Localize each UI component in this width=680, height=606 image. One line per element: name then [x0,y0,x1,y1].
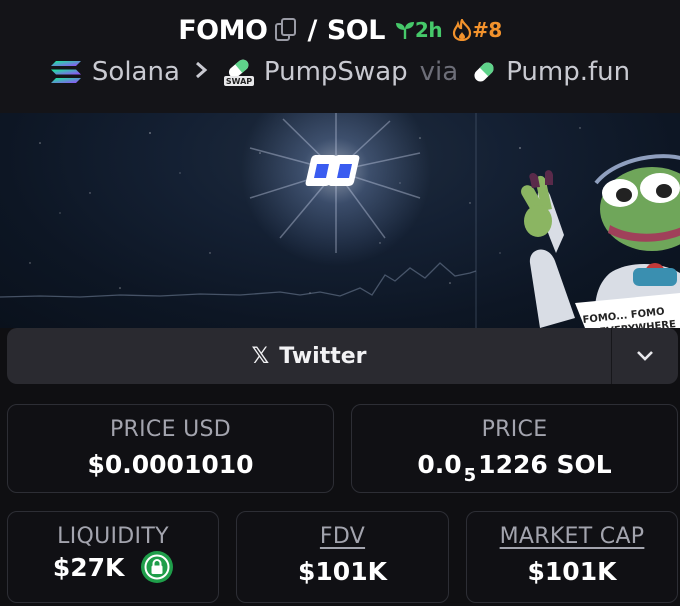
flame-icon [452,19,472,41]
social-links-bar: 𝕏 Twitter [7,328,678,384]
pair-title: FOMO / SOL 2h #8 [0,12,680,48]
liquidity-label: LIQUIDITY [57,524,169,549]
more-links-dropdown[interactable] [612,328,678,384]
swap-badge-text: SWAP [226,77,252,86]
pair-header: FOMO / SOL 2h #8 Solana SWAP PumpSwap vi… [0,0,680,113]
pair-age: 2h [395,18,443,42]
seedling-icon [395,22,414,39]
age-text: 2h [414,18,443,42]
price-zero-count: 5 [463,465,477,486]
dex-link[interactable]: SWAP PumpSwap [222,57,408,87]
source-name: Pump.fun [506,57,631,87]
pepe-art: FOMO... FOMO EVERYWHERE [521,154,680,328]
price-rest: 1226 SOL [478,450,612,479]
solana-icon [50,61,81,83]
token-symbol: FOMO [178,14,268,46]
token-banner: FOMO... FOMO EVERYWHERE [0,113,680,328]
pumpswap-icon: SWAP [223,59,254,86]
trending-rank[interactable]: #8 [452,18,502,42]
lock-icon[interactable] [141,551,174,583]
fdv-value: $101K [298,557,387,586]
twitter-button[interactable]: 𝕏 Twitter [7,328,612,384]
fdv-card: FDV $101K [236,511,449,603]
price-native-value: 0.0 51226 SOL [352,450,677,486]
price-usd-card: PRICE USD $0.0001010 [7,404,334,493]
chain-name: Solana [91,57,180,87]
quote-symbol: SOL [326,14,386,46]
x-logo-icon: 𝕏 [251,343,270,369]
banner-art: FOMO... FOMO EVERYWHERE [0,113,680,328]
price-usd-value: $0.0001010 [87,450,254,479]
price-native-label: PRICE [481,417,548,442]
market-cap-card: MARKET CAP $101K [466,511,678,603]
dex-name: PumpSwap [263,57,408,87]
liquidity-value: $27K [52,553,125,582]
chain-link[interactable]: Solana [50,57,180,87]
source-link[interactable]: Pump.fun [470,57,630,87]
rank-text: #8 [472,18,502,42]
chevron-down-icon [637,351,653,361]
price-native-card: PRICE 0.0 51226 SOL [351,404,678,493]
price-usd-label: PRICE USD [109,417,231,442]
chevron-right-icon [194,57,208,87]
pair-separator: / [307,14,317,46]
liquidity-value-row: $27K [8,551,218,585]
liquidity-card: LIQUIDITY $27K [7,511,219,603]
fdv-label[interactable]: FDV [237,524,448,549]
price-prefix: 0.0 [417,450,462,479]
copy-icon[interactable] [275,18,297,42]
twitter-label: Twitter [279,343,367,369]
pill-icon [474,62,494,82]
via-text: via [419,57,459,87]
market-cap-value: $101K [527,557,617,586]
chain-breadcrumb: Solana SWAP PumpSwap via Pump.fun [0,54,680,90]
market-cap-label[interactable]: MARKET CAP [467,524,677,549]
